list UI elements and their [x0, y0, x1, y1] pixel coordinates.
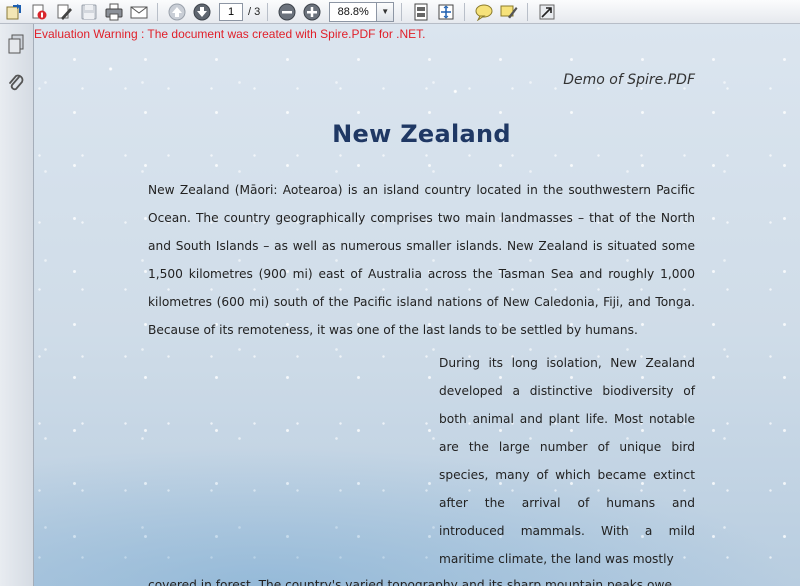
document-page: Evaluation Warning : The document was cr…: [34, 24, 800, 586]
toolbar-separator: [527, 2, 529, 21]
page-number-input[interactable]: 1: [219, 2, 243, 21]
fit-page-icon[interactable]: [435, 1, 457, 23]
next-page-icon[interactable]: [191, 1, 213, 23]
pages-panel-icon[interactable]: [6, 34, 26, 56]
zoom-value[interactable]: 88.8%: [330, 3, 376, 21]
edit-icon[interactable]: [53, 1, 75, 23]
paragraph-partial: covered in forest. The country's varied …: [148, 578, 672, 586]
zoom-select[interactable]: 88.8% ▼: [329, 1, 395, 22]
open-icon[interactable]: [3, 1, 25, 23]
highlight-icon[interactable]: [498, 1, 520, 23]
email-icon[interactable]: [128, 1, 150, 23]
page-total-label: / 3: [248, 5, 261, 18]
navigation-panel: [0, 24, 34, 586]
toolbar-separator: [267, 2, 269, 21]
toolbar: 1 / 3 88.8% ▼: [0, 0, 800, 24]
toolbar-separator: [157, 2, 158, 21]
toolbar-separator: [401, 2, 403, 21]
page-header: Demo of Spire.PDF: [563, 72, 695, 88]
previous-page-icon[interactable]: [166, 1, 188, 23]
attachments-icon[interactable]: [6, 72, 26, 94]
properties-icon[interactable]: [28, 1, 50, 23]
zoom-out-icon[interactable]: [276, 1, 298, 23]
comment-icon[interactable]: [473, 1, 495, 23]
paragraph: New Zealand (Māori: Aotearoa) is an isla…: [148, 183, 695, 337]
chevron-down-icon[interactable]: ▼: [376, 2, 394, 21]
print-icon[interactable]: [103, 1, 125, 23]
zoom-in-icon[interactable]: [301, 1, 323, 23]
evaluation-warning: Evaluation Warning : The document was cr…: [34, 27, 426, 41]
save-icon[interactable]: [78, 1, 100, 23]
document-view[interactable]: Evaluation Warning : The document was cr…: [34, 24, 800, 586]
toolbar-separator: [464, 2, 466, 21]
paragraph: During its long isolation, New Zealand d…: [439, 356, 695, 566]
expand-icon[interactable]: [536, 1, 558, 23]
document-title: New Zealand: [332, 120, 511, 148]
single-page-icon[interactable]: [410, 1, 432, 23]
